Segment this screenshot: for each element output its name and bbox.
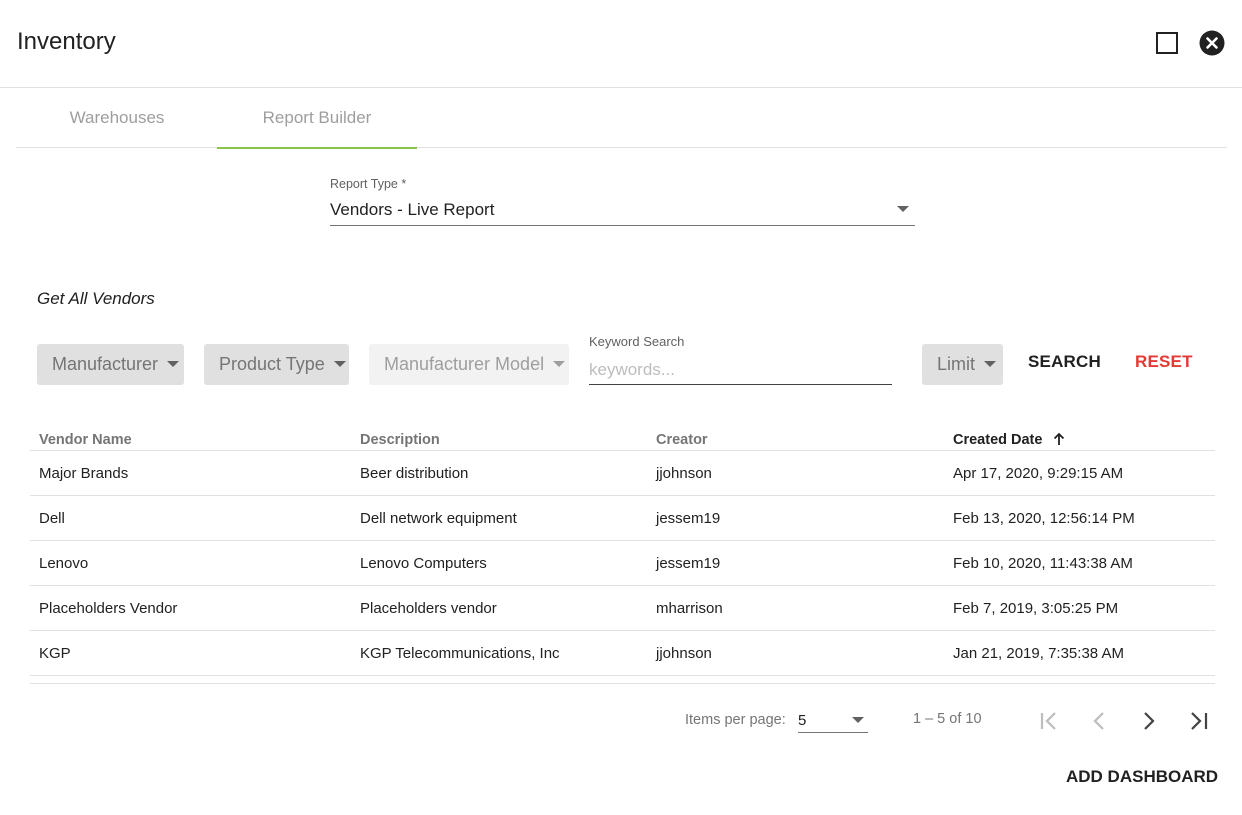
tab-report-builder[interactable]: Report Builder <box>217 88 417 149</box>
tab-bar: Warehouses Report Builder <box>16 88 1227 149</box>
vendors-table: Vendor Name Description Creator Created … <box>30 428 1215 676</box>
product-type-filter[interactable]: Product Type <box>204 344 349 385</box>
next-page-button[interactable] <box>1136 708 1162 734</box>
table-row[interactable]: Lenovo Lenovo Computers jessem19 Feb 10,… <box>30 541 1215 586</box>
table-row[interactable]: KGP KGP Telecommunications, Inc jjohnson… <box>30 631 1215 676</box>
manufacturer-filter[interactable]: Manufacturer <box>37 344 184 385</box>
table-row[interactable]: Dell Dell network equipment jessem19 Feb… <box>30 496 1215 541</box>
caret-down-icon <box>167 361 180 367</box>
description-cell: Beer distribution <box>360 465 469 482</box>
report-type-select[interactable]: Report Type * Vendors - Live Report <box>330 176 915 226</box>
creator-cell: jessem19 <box>656 555 721 572</box>
page-title: Inventory <box>17 28 116 55</box>
chevron-right-icon <box>1144 712 1155 730</box>
close-button[interactable] <box>1199 30 1225 56</box>
report-type-label: Report Type * <box>330 177 407 191</box>
creator-cell: jessem19 <box>656 510 721 527</box>
table-header-row: Vendor Name Description Creator Created … <box>30 428 1215 451</box>
caret-down-icon <box>984 361 997 367</box>
vendor-name-cell: KGP <box>39 645 71 662</box>
created-date-cell: Feb 7, 2019, 3:05:25 PM <box>953 600 1119 617</box>
vendor-name-cell: Dell <box>39 510 65 527</box>
caret-down-icon <box>852 717 864 723</box>
close-circle-icon <box>1199 30 1225 56</box>
creator-cell: jjohnson <box>656 465 712 482</box>
items-per-page-select[interactable]: 5 <box>798 709 868 733</box>
manufacturer-filter-label: Manufacturer <box>52 354 159 374</box>
created-date-cell: Jan 21, 2019, 7:35:38 AM <box>953 645 1124 662</box>
manufacturer-model-filter-label: Manufacturer Model <box>384 354 545 374</box>
column-header-description[interactable]: Description <box>360 432 440 448</box>
description-cell: Placeholders vendor <box>360 600 497 617</box>
add-dashboard-button[interactable]: ADD DASHBOARD <box>1066 767 1218 787</box>
description-cell: KGP Telecommunications, Inc <box>360 645 560 662</box>
section-title: Get All Vendors <box>37 289 155 308</box>
caret-down-icon <box>553 361 566 367</box>
arrow-up-icon <box>1054 432 1065 445</box>
items-per-page-label: Items per page: <box>685 712 786 728</box>
created-date-cell: Apr 17, 2020, 9:29:15 AM <box>953 465 1124 482</box>
created-date-cell: Feb 13, 2020, 12:56:14 PM <box>953 510 1135 527</box>
last-page-icon <box>1191 712 1208 730</box>
previous-page-button[interactable] <box>1086 708 1112 734</box>
dialog-header: Inventory <box>0 0 1242 88</box>
report-type-value: Vendors - Live Report <box>330 200 495 219</box>
chevron-left-icon <box>1093 712 1104 730</box>
reset-button[interactable]: RESET <box>1135 352 1193 374</box>
vendor-name-cell: Major Brands <box>39 465 129 482</box>
first-page-button[interactable] <box>1036 708 1062 734</box>
column-header-created-date[interactable]: Created Date <box>953 432 1066 448</box>
table-bottom-divider <box>30 683 1215 684</box>
vendor-name-cell: Placeholders Vendor <box>39 600 178 617</box>
page-range-label: 1 – 5 of 10 <box>913 711 982 727</box>
vendor-name-cell: Lenovo <box>39 555 89 572</box>
column-header-vendor-name[interactable]: Vendor Name <box>39 432 132 448</box>
tab-warehouses[interactable]: Warehouses <box>17 88 217 148</box>
caret-down-icon <box>333 361 346 367</box>
manufacturer-model-filter: Manufacturer Model <box>369 344 569 385</box>
column-header-created-date-label: Created Date <box>953 432 1043 448</box>
created-date-cell: Feb 10, 2020, 11:43:38 AM <box>953 555 1133 572</box>
description-cell: Dell network equipment <box>360 510 517 527</box>
limit-filter-label: Limit <box>937 354 976 374</box>
keyword-search-label: Keyword Search <box>589 334 685 349</box>
creator-cell: mharrison <box>656 600 723 617</box>
table-row[interactable]: Major Brands Beer distribution jjohnson … <box>30 451 1215 496</box>
product-type-filter-label: Product Type <box>219 354 325 374</box>
creator-cell: jjohnson <box>656 645 712 662</box>
description-cell: Lenovo Computers <box>360 555 487 572</box>
search-button[interactable]: SEARCH <box>1028 352 1101 374</box>
maximize-button[interactable] <box>1155 31 1179 55</box>
first-page-icon <box>1040 712 1056 730</box>
keyword-search-input[interactable] <box>589 356 892 385</box>
column-header-creator[interactable]: Creator <box>656 432 708 448</box>
square-outline-icon <box>1156 32 1178 54</box>
last-page-button[interactable] <box>1186 708 1212 734</box>
caret-down-icon <box>897 206 909 212</box>
items-per-page-value: 5 <box>798 712 807 729</box>
table-row[interactable]: Placeholders Vendor Placeholders vendor … <box>30 586 1215 631</box>
limit-filter[interactable]: Limit <box>922 344 1003 385</box>
